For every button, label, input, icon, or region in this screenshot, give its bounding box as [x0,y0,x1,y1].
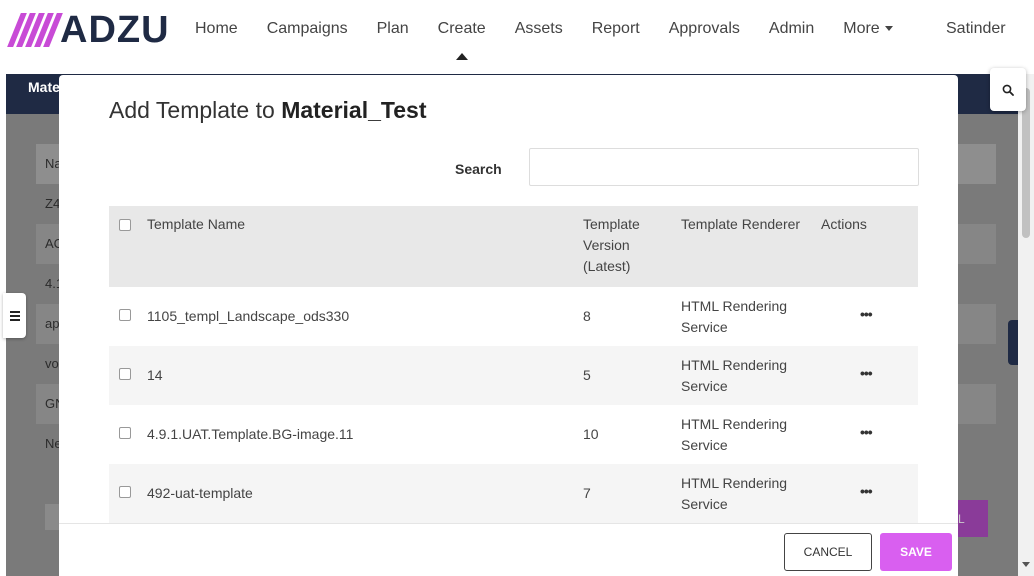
save-button[interactable]: SAVE [880,533,952,571]
nav-item-assets[interactable]: Assets [515,19,563,39]
nav-item-more[interactable]: More [843,19,893,39]
ellipsis-icon[interactable]: ••• [860,365,873,381]
nav-item-plan[interactable]: Plan [377,19,409,39]
background-header-text: Mate [28,79,60,95]
add-template-modal: Add Template to Material_Test Search Tem… [59,75,958,576]
logo-text: ADZU [60,9,170,51]
nav-item-report[interactable]: Report [592,19,640,39]
search-label: Search [455,161,502,177]
column-header-renderer[interactable]: Template Renderer [681,214,800,235]
user-menu[interactable]: Satinder [946,19,1006,39]
nav-item-admin[interactable]: Admin [769,19,814,39]
modal-title-prefix: Add Template to [109,97,275,123]
top-navbar: ADZU Home Campaigns Plan Create Assets R… [0,0,1034,74]
template-version: 8 [583,308,591,324]
chevron-down-icon [884,26,893,32]
nav-item-create[interactable]: Create [437,19,486,60]
table-row[interactable]: 4.9.1.UAT.Template.BG-image.11 10 HTML R… [109,405,918,464]
template-renderer: HTML Rendering Service [681,416,788,453]
logo-slashes [7,13,63,47]
select-all-checkbox[interactable] [119,219,131,231]
row-checkbox[interactable] [119,309,131,321]
scroll-down-icon[interactable] [1022,562,1030,567]
template-renderer: HTML Rendering Service [681,475,788,512]
template-version: 5 [583,367,591,383]
active-indicator-icon [455,53,468,60]
nav-item-campaigns[interactable]: Campaigns [267,19,348,39]
search-input[interactable] [529,148,919,186]
column-header-actions: Actions [821,216,867,232]
right-panel-tab[interactable] [1008,320,1018,365]
template-name: 1105_templ_Landscape_ods330 [147,308,350,324]
row-checkbox[interactable] [119,368,131,380]
floating-search-button[interactable] [990,68,1026,111]
column-header-name[interactable]: Template Name [147,214,245,235]
template-version: 7 [583,485,591,501]
template-version: 10 [583,426,599,442]
modal-footer: CANCEL SAVE [59,523,958,576]
page-scrollbar[interactable] [1018,74,1034,576]
template-name: 14 [147,367,163,383]
nav-item-home[interactable]: Home [195,19,238,39]
cancel-button[interactable]: CANCEL [784,533,872,571]
table-row[interactable]: 1105_templ_Landscape_ods330 8 HTML Rende… [109,287,918,346]
template-renderer: HTML Rendering Service [681,298,788,335]
hamburger-icon [9,309,20,323]
adzu-logo[interactable]: ADZU [7,9,170,51]
modal-title: Add Template to Material_Test [109,96,427,124]
template-renderer: HTML Rendering Service [681,357,788,394]
row-checkbox[interactable] [119,427,131,439]
table-row[interactable]: 492-uat-template 7 HTML Rendering Servic… [109,464,918,523]
column-header-version[interactable]: Template Version (Latest) [583,214,663,277]
nav-item-more-label: More [843,20,880,37]
template-name: 492-uat-template [147,485,253,501]
nav-item-create-label: Create [437,20,486,37]
search-icon [1002,84,1014,96]
table-header: Template Name Template Version (Latest) … [109,206,918,287]
templates-table: Template Name Template Version (Latest) … [109,206,918,523]
nav-item-approvals[interactable]: Approvals [669,19,740,39]
ellipsis-icon[interactable]: ••• [860,306,873,322]
row-checkbox[interactable] [119,486,131,498]
modal-title-target: Material_Test [281,97,427,123]
ellipsis-icon[interactable]: ••• [860,424,873,440]
nav-menu: Home Campaigns Plan Create Assets Report… [195,19,922,60]
table-row[interactable]: 14 5 HTML Rendering Service ••• [109,346,918,405]
side-menu-toggle[interactable] [3,293,26,338]
template-name: 4.9.1.UAT.Template.BG-image.11 [147,426,354,442]
ellipsis-icon[interactable]: ••• [860,483,873,499]
